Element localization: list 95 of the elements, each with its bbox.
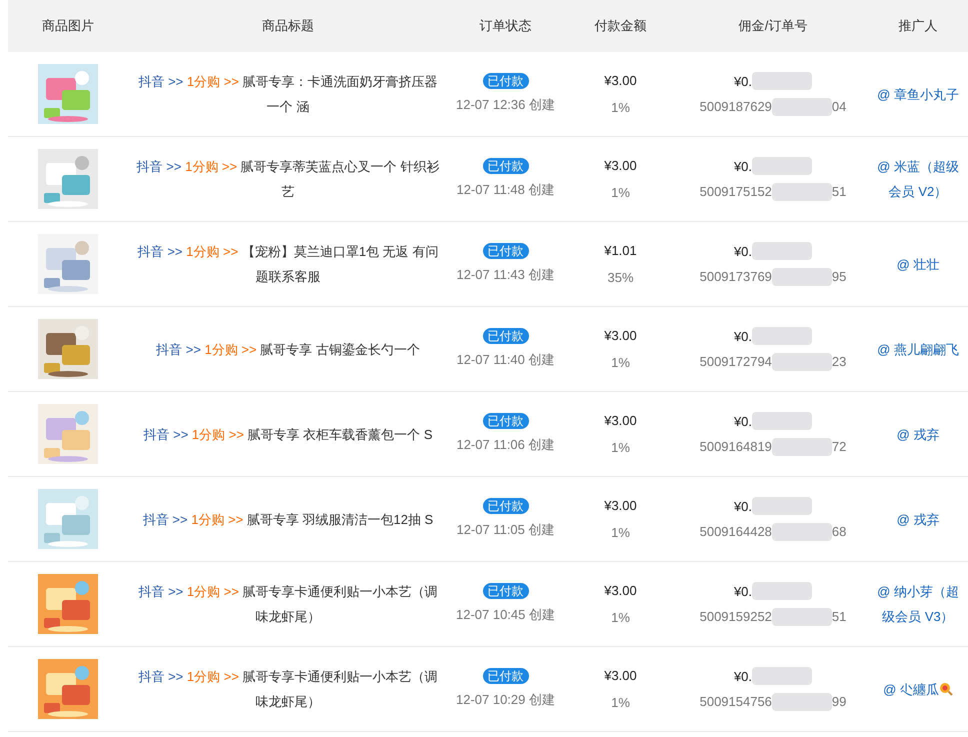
order-number: 5009175152 bbox=[700, 183, 772, 201]
commission-rate: 1% bbox=[611, 354, 630, 372]
redacted-area bbox=[772, 98, 832, 116]
order-number: 68 bbox=[832, 523, 846, 541]
redacted-area bbox=[752, 582, 812, 600]
redacted-area bbox=[752, 242, 812, 260]
commission-rate: 1% bbox=[611, 439, 630, 457]
column-header: 商品标题 bbox=[262, 17, 314, 36]
order-number: 51 bbox=[832, 608, 846, 626]
order-number: 23 bbox=[832, 353, 846, 371]
commission-rate: 35% bbox=[607, 269, 634, 287]
status-badge: 已付款 bbox=[482, 243, 528, 260]
column-header: 付款金额 bbox=[594, 17, 646, 36]
payment-amount: ¥3.00 bbox=[604, 666, 637, 684]
redacted-area bbox=[772, 182, 832, 201]
redacted-area bbox=[772, 692, 832, 711]
redacted-area bbox=[772, 522, 832, 541]
promoter-link[interactable]: @ 米蓝（超级会员 V2） bbox=[876, 154, 960, 204]
column-header: 商品图片 bbox=[42, 17, 94, 36]
promoter-link[interactable]: @ 燕儿翩翩飞 bbox=[877, 336, 959, 362]
order-number: 72 bbox=[832, 438, 846, 456]
product-title[interactable]: 抖音 >> 1分购 >> 腻哥专享 衣柜车载香薰包一个 S bbox=[128, 422, 448, 446]
created-time: 12-07 10:45 创建 bbox=[456, 606, 555, 624]
commission-amount: ¥0. bbox=[734, 412, 752, 430]
redacted-area bbox=[752, 667, 812, 686]
redacted-area bbox=[752, 497, 812, 516]
payment-amount: ¥1.01 bbox=[604, 242, 637, 260]
commission-amount: ¥0. bbox=[734, 242, 752, 260]
created-time: 12-07 11:43 创建 bbox=[456, 266, 555, 284]
status-badge: 已付款 bbox=[482, 73, 528, 90]
created-time: 12-07 11:06 创建 bbox=[456, 436, 555, 454]
status-badge: 已付款 bbox=[482, 668, 528, 684]
order-number: 5009159252 bbox=[700, 608, 772, 626]
promoter-link[interactable]: @ 尐纏瓜 bbox=[883, 676, 939, 702]
product-title[interactable]: 抖音 >> 1分购 >> 腻哥专享 羽绒服清洁一包12抽 S bbox=[128, 506, 448, 532]
redacted-area bbox=[772, 268, 832, 286]
order-number: 5009173769 bbox=[700, 268, 772, 286]
product-title[interactable]: 抖音 >> 1分购 >> 【宠粉】莫兰迪口罩1包 无返 有问题联系客服 bbox=[128, 239, 448, 289]
order-number: 99 bbox=[832, 693, 846, 711]
commission-rate: 1% bbox=[611, 99, 630, 117]
commission-amount: ¥0. bbox=[734, 498, 752, 516]
order-number: 5009172794 bbox=[700, 353, 772, 371]
order-number: 5009164819 bbox=[700, 438, 772, 456]
commission-rate: 1% bbox=[611, 524, 630, 542]
commission-amount: ¥0. bbox=[734, 158, 752, 176]
redacted-area bbox=[772, 352, 832, 371]
payment-amount: ¥3.00 bbox=[604, 496, 637, 514]
column-header: 订单状态 bbox=[480, 17, 532, 36]
payment-amount: ¥3.00 bbox=[604, 412, 637, 430]
status-badge: 已付款 bbox=[482, 583, 528, 600]
commission-rate: 1% bbox=[611, 694, 630, 712]
status-badge: 已付款 bbox=[482, 328, 528, 344]
payment-amount: ¥3.00 bbox=[604, 156, 637, 174]
created-time: 12-07 11:48 创建 bbox=[456, 181, 555, 200]
payment-amount: ¥3.00 bbox=[604, 326, 637, 344]
commission-amount: ¥0. bbox=[734, 668, 752, 686]
column-header: 推广人 bbox=[898, 17, 938, 36]
redacted-area bbox=[772, 608, 832, 626]
promoter-link[interactable]: @ 章鱼小丸子 bbox=[877, 82, 959, 106]
commission-rate: 1% bbox=[611, 184, 630, 202]
status-badge: 已付款 bbox=[482, 413, 528, 430]
promoter-link[interactable]: @ 戎弃 bbox=[896, 506, 940, 532]
payment-amount: ¥3.00 bbox=[604, 72, 637, 90]
commission-amount: ¥0. bbox=[734, 328, 752, 346]
commission-amount: ¥0. bbox=[734, 72, 752, 90]
promoter-link[interactable]: @ 壮壮 bbox=[896, 252, 940, 276]
commission-amount: ¥0. bbox=[734, 582, 752, 600]
redacted-area bbox=[752, 157, 812, 176]
redacted-area bbox=[752, 72, 812, 90]
order-number: 5009164428 bbox=[700, 523, 772, 541]
redacted-area bbox=[752, 412, 812, 430]
promoter-link[interactable]: @ 纳小芽（超级会员 V3） bbox=[876, 579, 960, 629]
redacted-area bbox=[772, 438, 832, 456]
status-badge: 已付款 bbox=[482, 498, 528, 514]
created-time: 12-07 10:29 创建 bbox=[456, 691, 555, 710]
lollipop-icon bbox=[938, 682, 953, 696]
order-number: 51 bbox=[832, 183, 846, 201]
created-time: 12-07 11:05 创建 bbox=[456, 521, 555, 540]
status-badge: 已付款 bbox=[482, 158, 528, 174]
payment-amount: ¥3.00 bbox=[604, 582, 637, 600]
order-number: 5009187629 bbox=[700, 98, 772, 116]
promoter-link[interactable]: @ 戎弃 bbox=[896, 422, 940, 446]
product-title[interactable]: 抖音 >> 1分购 >> 腻哥专享卡通便利贴一小本艺（调味龙虾尾） bbox=[128, 664, 448, 714]
order-number: 95 bbox=[832, 268, 846, 286]
created-time: 12-07 12:36 创建 bbox=[456, 96, 555, 114]
product-title[interactable]: 抖音 >> 1分购 >> 腻哥专享 古铜鎏金长勺一个 bbox=[128, 336, 448, 362]
order-number: 5009154756 bbox=[700, 693, 772, 711]
product-title[interactable]: 抖音 >> 1分购 >> 腻哥专享蒂芙蓝点心叉一个 针织衫艺 bbox=[128, 154, 448, 204]
product-title[interactable]: 抖音 >> 1分购 >> 腻哥专享：卡通洗面奶牙膏挤压器一个 涵 bbox=[128, 69, 448, 119]
product-title[interactable]: 抖音 >> 1分购 >> 腻哥专享卡通便利贴一小本艺（调味龙虾尾） bbox=[128, 579, 448, 629]
commission-rate: 1% bbox=[611, 609, 630, 627]
column-header: 佣金/订单号 bbox=[738, 17, 808, 36]
created-time: 12-07 11:40 创建 bbox=[456, 351, 555, 370]
redacted-area bbox=[752, 327, 812, 346]
order-number: 04 bbox=[832, 98, 846, 116]
